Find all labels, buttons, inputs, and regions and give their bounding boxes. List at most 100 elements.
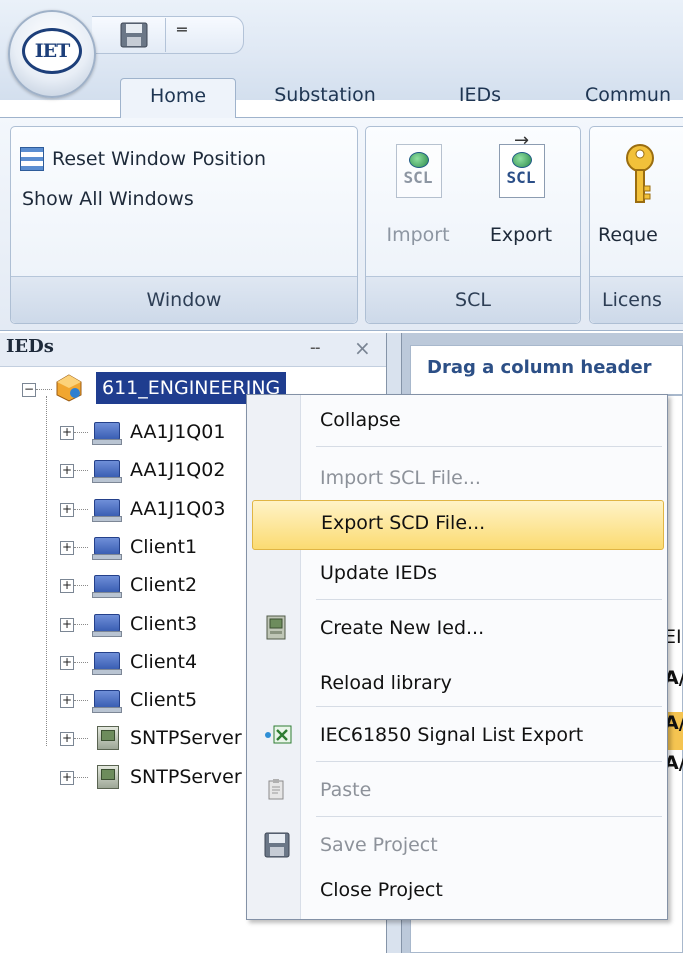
save-icon[interactable] bbox=[120, 22, 148, 48]
expand-toggle[interactable]: + bbox=[60, 579, 74, 594]
export-label: Export bbox=[489, 224, 553, 246]
menu-item-paste[interactable]: Paste bbox=[252, 767, 662, 815]
tree-node-ied[interactable]: SNTPServer bbox=[94, 721, 244, 755]
pc-icon bbox=[92, 688, 122, 714]
tree-node-label: AA1J1Q02 bbox=[130, 459, 226, 482]
menu-item-signal-list-export[interactable]: IEC61850 Signal List Export bbox=[252, 712, 662, 760]
import-scl-button[interactable]: SCL Import bbox=[375, 138, 461, 258]
app-logo[interactable]: IET bbox=[22, 28, 82, 74]
menu-item-label: Reload library bbox=[320, 672, 452, 694]
scl-icon-text: SCL bbox=[506, 168, 536, 187]
tree-connector bbox=[74, 432, 88, 433]
reset-window-position-label: Reset Window Position bbox=[52, 148, 267, 170]
expand-toggle[interactable]: + bbox=[60, 732, 74, 747]
group-label-license: Licens bbox=[590, 276, 683, 323]
arrow-right-icon: → bbox=[514, 130, 530, 151]
clipboard-icon bbox=[264, 777, 290, 803]
pc-icon bbox=[92, 650, 122, 675]
project-icon bbox=[56, 374, 82, 402]
menu-item-import-scl-file[interactable]: Import SCL File... bbox=[252, 455, 662, 503]
tree-connector bbox=[74, 470, 88, 472]
group-label-scl: SCL bbox=[366, 276, 580, 323]
menu-item-label: Export SCD File... bbox=[321, 512, 486, 534]
menu-item-export-scd-file[interactable]: Export SCD File... bbox=[252, 500, 664, 550]
menu-separator bbox=[316, 599, 662, 600]
expand-toggle[interactable]: + bbox=[60, 617, 74, 632]
tab-home[interactable]: Home bbox=[120, 78, 236, 118]
excel-export-icon bbox=[264, 722, 292, 748]
tree-node-ied[interactable]: AA1J1Q03 bbox=[92, 492, 244, 526]
pc-icon bbox=[92, 535, 122, 560]
scl-icon-text: SCL bbox=[403, 168, 433, 187]
collapse-toggle[interactable]: − bbox=[22, 383, 36, 397]
expand-toggle[interactable]: + bbox=[60, 426, 74, 440]
menu-item-label: Paste bbox=[320, 779, 372, 801]
tree-node-label: Client3 bbox=[130, 612, 198, 635]
menu-separator bbox=[316, 816, 662, 817]
tree-node-ied[interactable]: Client1 bbox=[92, 530, 244, 564]
close-icon[interactable]: × bbox=[354, 336, 374, 360]
ieds-panel-header bbox=[0, 333, 392, 367]
expand-toggle[interactable]: + bbox=[60, 502, 74, 517]
pc-icon bbox=[92, 458, 122, 484]
menu-item-create-new-ied[interactable]: Create New Ied... bbox=[252, 605, 662, 653]
tab-communication[interactable]: Commun bbox=[585, 78, 683, 118]
tree-connector bbox=[74, 585, 88, 587]
tree-node-label: SNTPServer bbox=[130, 727, 242, 750]
pc-icon bbox=[92, 497, 122, 522]
expand-toggle[interactable]: + bbox=[60, 770, 74, 785]
menu-item-reload-library[interactable]: Reload library bbox=[252, 660, 662, 708]
menu-item-label: Close Project bbox=[320, 879, 443, 901]
pc-icon bbox=[92, 420, 122, 445]
menu-item-save-project[interactable]: Save Project bbox=[252, 822, 662, 870]
ieds-panel-title: IEDs bbox=[6, 336, 54, 357]
menu-item-update-ieds[interactable]: Update IEDs bbox=[252, 550, 662, 598]
pin-icon[interactable]: ⵧ bbox=[310, 338, 330, 360]
qat-separator bbox=[165, 18, 166, 52]
menu-item-label: Save Project bbox=[320, 834, 438, 856]
tab-ieds[interactable]: IEDs bbox=[435, 78, 525, 118]
expand-toggle[interactable]: + bbox=[60, 464, 74, 479]
menu-item-close-project[interactable]: Close Project bbox=[252, 867, 662, 915]
tree-connector bbox=[74, 508, 88, 510]
import-label: Import bbox=[386, 224, 450, 246]
export-scl-button[interactable]: → SCL Export bbox=[478, 130, 564, 258]
globe-icon bbox=[409, 152, 429, 168]
tree-connector bbox=[74, 776, 88, 778]
save-icon bbox=[264, 832, 290, 858]
server-icon bbox=[94, 764, 120, 789]
tree-connector bbox=[74, 661, 88, 663]
window-list-icon bbox=[20, 147, 44, 171]
server-icon bbox=[264, 615, 290, 641]
reset-window-position-button[interactable]: Reset Window Position bbox=[20, 143, 354, 175]
menu-item-label: Collapse bbox=[320, 409, 401, 431]
tree-node-ied[interactable]: AA1J1Q01 bbox=[92, 415, 244, 449]
tree-node-ied[interactable]: AA1J1Q02 bbox=[92, 453, 244, 487]
request-license-button[interactable]: Reque bbox=[598, 138, 683, 258]
expand-toggle[interactable]: + bbox=[60, 655, 74, 670]
menu-item-label: Update IEDs bbox=[320, 562, 437, 584]
tab-substation[interactable]: Substation bbox=[250, 78, 400, 118]
tree-connector bbox=[74, 700, 88, 702]
tree-node-ied[interactable]: Client3 bbox=[92, 607, 244, 641]
tree-connector bbox=[46, 396, 47, 746]
tree-node-ied[interactable]: Client4 bbox=[92, 645, 244, 679]
request-label: Reque bbox=[598, 224, 658, 246]
tree-node-label: Client4 bbox=[130, 650, 198, 673]
tree-node-ied[interactable]: Client2 bbox=[92, 568, 244, 602]
menu-item-label: Import SCL File... bbox=[320, 467, 481, 489]
globe-icon bbox=[512, 152, 532, 168]
tree-connector bbox=[74, 738, 88, 740]
tree-connector bbox=[74, 546, 88, 548]
group-label-window: Window bbox=[11, 276, 357, 323]
tree-node-label: Client2 bbox=[130, 574, 198, 597]
expand-toggle[interactable]: + bbox=[60, 694, 74, 709]
menu-item-collapse[interactable]: Collapse bbox=[252, 397, 662, 445]
tree-connector bbox=[74, 623, 88, 625]
customize-qat-icon[interactable]: ═ bbox=[177, 20, 193, 48]
tree-node-ied[interactable]: Client5 bbox=[92, 683, 244, 717]
expand-toggle[interactable]: + bbox=[60, 540, 74, 555]
show-all-windows-button[interactable]: Show All Windows bbox=[22, 188, 352, 220]
tree-node-ied[interactable]: SNTPServer bbox=[94, 760, 244, 794]
menu-separator bbox=[316, 446, 662, 447]
